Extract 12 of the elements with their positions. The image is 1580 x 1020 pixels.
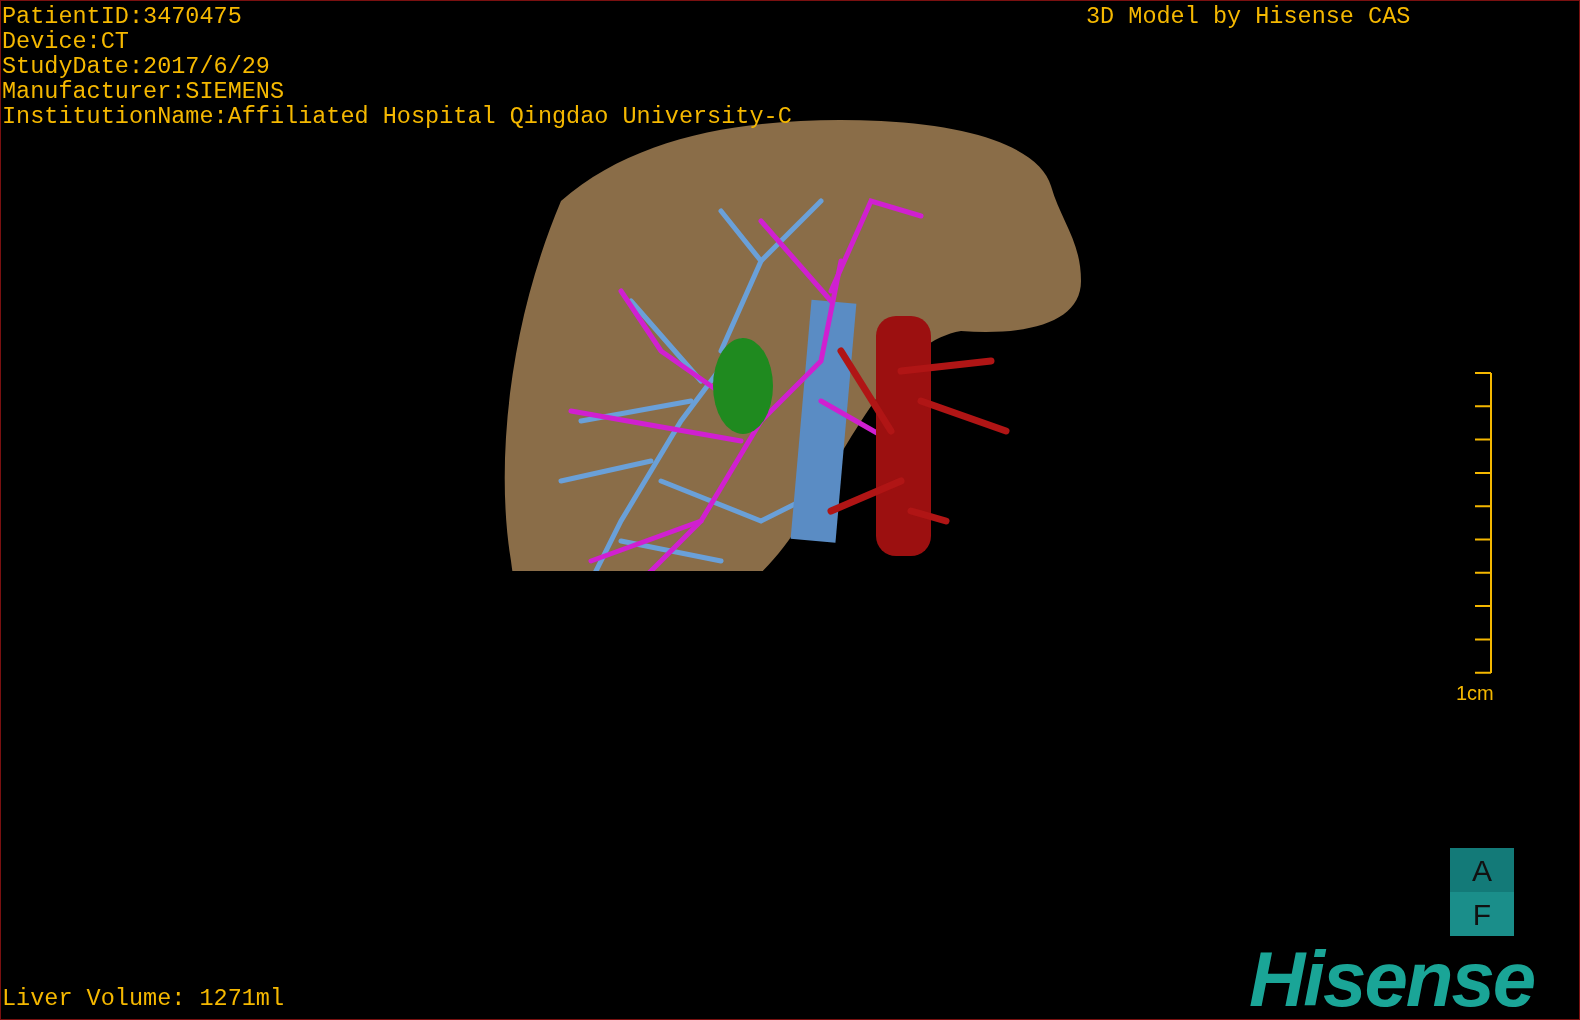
orientation-face-front: F — [1450, 892, 1514, 936]
logo-text: Hisense — [1249, 939, 1535, 1019]
model-credit-text: 3D Model by Hisense CAS — [1086, 4, 1411, 29]
patient-info-text: Manufacturer:SIEMENS — [2, 79, 286, 104]
scale-label: 1cm — [1456, 681, 1494, 706]
patient-info-text: PatientID:3470475 — [2, 4, 243, 29]
orientation-face-top: A — [1450, 848, 1514, 892]
liver-volume-text: Liver Volume: 1271ml — [2, 986, 285, 1011]
patient-info-text: Device:CT — [2, 29, 130, 54]
patient-info-text: StudyDate:2017/6/29 — [2, 54, 271, 79]
orientation-cube[interactable]: A F — [1450, 848, 1514, 936]
patient-info-text: InstitutionName:Affiliated Hospital Qingdao University-C — [2, 104, 792, 129]
